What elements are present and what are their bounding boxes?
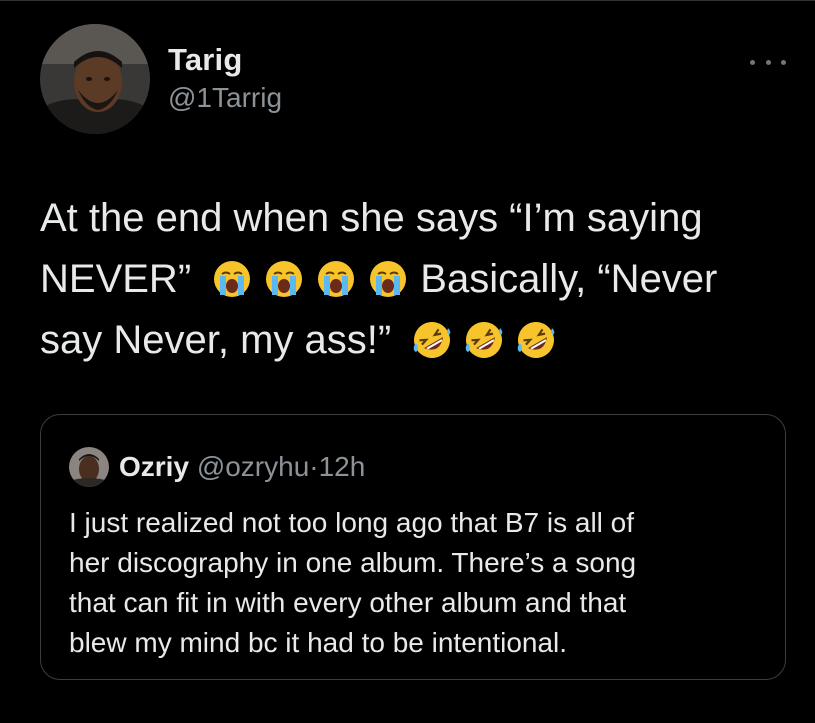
quoted-text-line: her discography in one album. There’s a … bbox=[69, 547, 637, 578]
divider bbox=[0, 0, 815, 1]
rolling-on-floor-laughing-emoji-icon bbox=[412, 320, 452, 360]
loudly-crying-face-emoji-icon bbox=[316, 259, 356, 299]
loudly-crying-face-emoji-icon bbox=[264, 259, 304, 299]
tweet-text-line: NEVER” Basically, “Never bbox=[40, 249, 790, 310]
author-name[interactable]: Tarig bbox=[168, 42, 243, 78]
quoted-tweet-header: Ozriy @ozryhu·12h bbox=[119, 451, 365, 483]
rolling-on-floor-laughing-emoji-icon bbox=[464, 320, 504, 360]
quoted-text-line: that can fit in with every other album a… bbox=[69, 587, 627, 618]
author-avatar[interactable] bbox=[40, 24, 150, 134]
tweet-text-segment: NEVER” bbox=[40, 257, 192, 301]
quoted-tweet-time[interactable]: 12h bbox=[319, 451, 366, 482]
loudly-crying-face-emoji-icon bbox=[368, 259, 408, 299]
quoted-text-line: blew my mind bc it had to be intentional… bbox=[69, 627, 568, 658]
loudly-crying-face-emoji-icon bbox=[212, 259, 252, 299]
tweet-text-segment: Basically, “Never bbox=[420, 257, 718, 301]
quoted-tweet-text: I just realized not too long ago that B7… bbox=[69, 503, 769, 663]
author-handle[interactable]: @1Tarrig bbox=[168, 82, 282, 114]
meta-separator: · bbox=[309, 451, 319, 482]
tweet-text-line: say Never, my ass!” bbox=[40, 310, 790, 371]
more-options-icon[interactable] bbox=[750, 56, 786, 68]
quoted-author-avatar[interactable] bbox=[69, 447, 109, 487]
quoted-author-handle[interactable]: @ozryhu bbox=[197, 451, 309, 482]
tweet-text-line: At the end when she says “I’m saying bbox=[40, 196, 703, 240]
tweet-text-segment: say Never, my ass!” bbox=[40, 318, 392, 362]
quoted-text-line: I just realized not too long ago that B7… bbox=[69, 507, 635, 538]
rolling-on-floor-laughing-emoji-icon bbox=[516, 320, 556, 360]
quoted-author-name[interactable]: Ozriy bbox=[119, 451, 189, 482]
tweet-text: At the end when she says “I’m saying NEV… bbox=[40, 188, 790, 371]
quoted-tweet-card[interactable]: Ozriy @ozryhu·12h I just realized not to… bbox=[40, 414, 786, 680]
tweet: Tarig @1Tarrig At the end when she says … bbox=[0, 0, 815, 723]
